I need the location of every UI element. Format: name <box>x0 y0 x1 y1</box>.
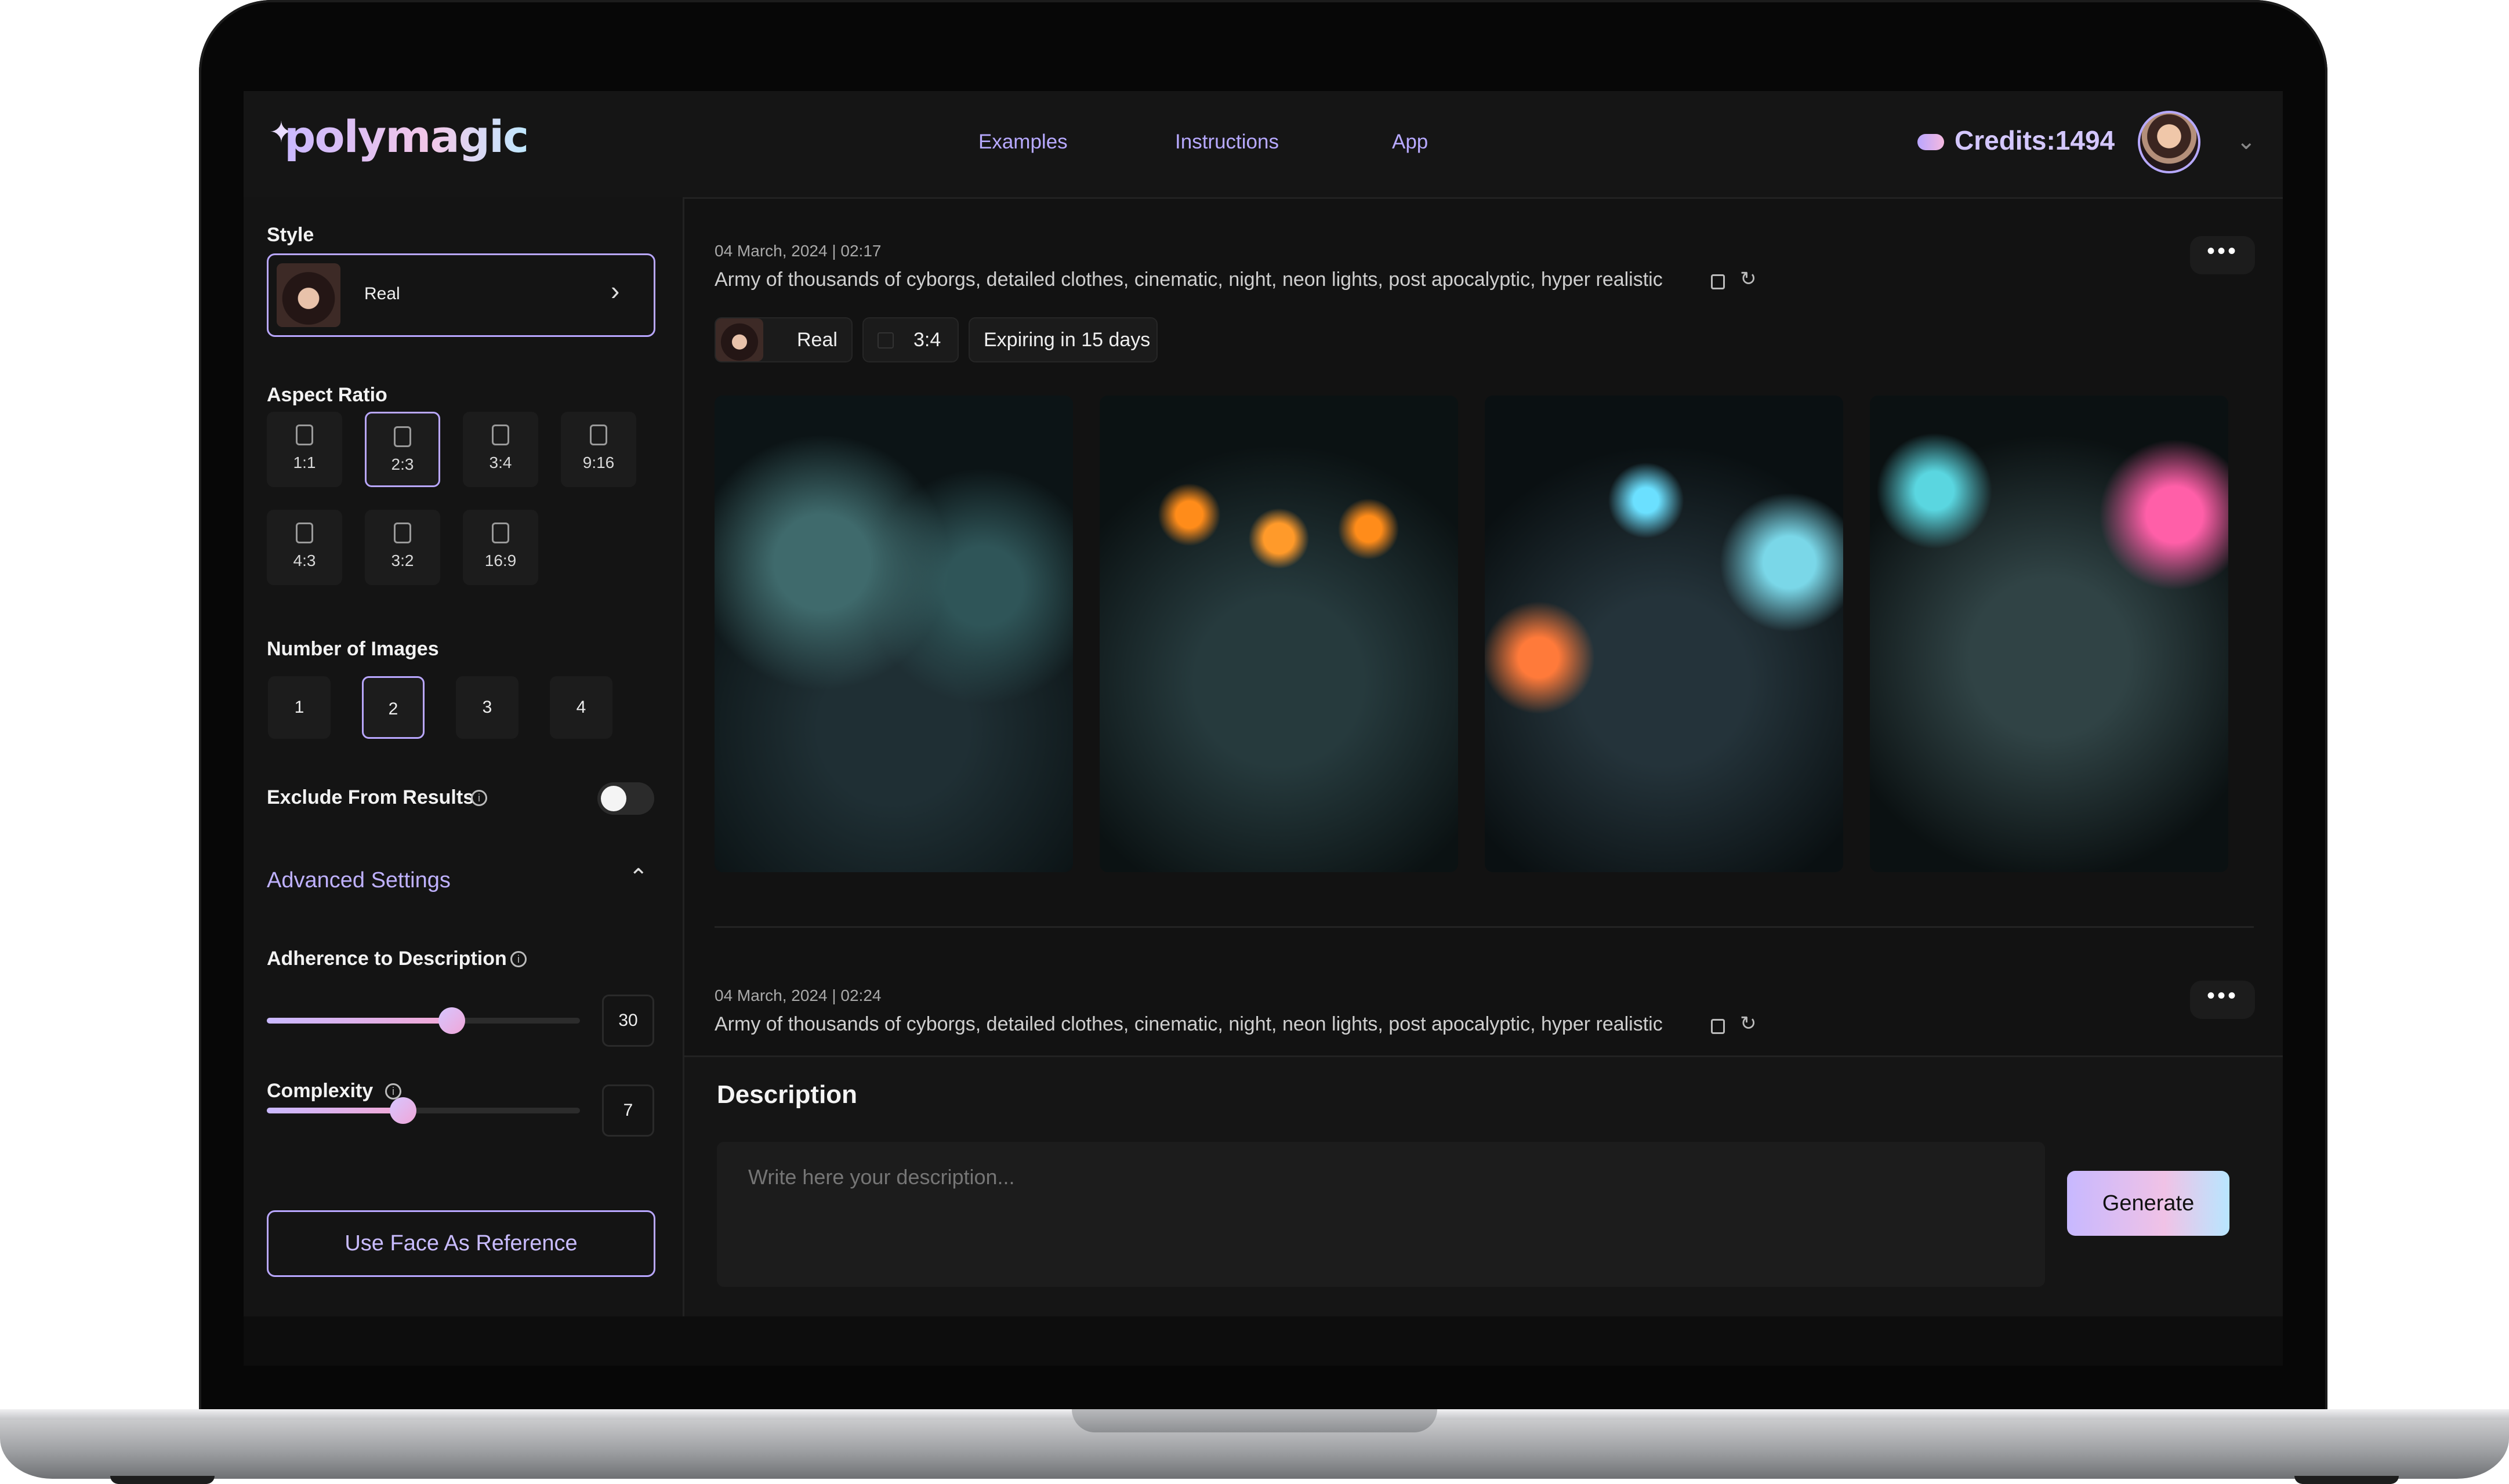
chevron-down-icon[interactable]: ⌄ <box>2236 128 2256 155</box>
number-of-images-label: Number of Images <box>267 638 439 660</box>
description-panel: Description Generate <box>684 1055 2283 1316</box>
info-icon[interactable]: i <box>385 1083 401 1100</box>
advanced-settings-toggle[interactable]: Advanced Settings <box>267 868 451 893</box>
generated-image-2[interactable] <box>1100 396 1458 872</box>
chip-style: Real <box>715 317 853 362</box>
aspect-option-4-3[interactable]: 4:3 <box>267 510 342 585</box>
aspect-option-16-9[interactable]: 16:9 <box>463 510 538 585</box>
images-option-3[interactable]: 3 <box>456 676 519 739</box>
ratio-icon <box>492 424 509 445</box>
result-timestamp: 04 March, 2024 | 02:24 <box>715 986 882 1004</box>
result-divider <box>715 926 2254 928</box>
refresh-icon[interactable]: ↻ <box>1740 267 1757 291</box>
ratio-icon <box>394 426 411 447</box>
chevron-right-icon: › <box>611 275 620 306</box>
copy-icon[interactable] <box>1711 1019 1725 1034</box>
generate-button[interactable]: Generate <box>2067 1171 2229 1236</box>
info-icon[interactable]: i <box>510 951 527 967</box>
laptop-foot-left <box>110 1476 215 1484</box>
chevron-up-icon[interactable]: ⌃ <box>629 864 648 891</box>
complexity-label: Complexity <box>267 1080 374 1102</box>
adherence-value[interactable]: 7 <box>602 1084 654 1137</box>
nav-app[interactable]: App <box>1392 130 1428 154</box>
adherence-slider-fill <box>267 1108 404 1113</box>
images-option-1[interactable]: 1 <box>268 676 331 739</box>
result-timestamp: 04 March, 2024 | 02:17 <box>715 242 882 260</box>
aspect-option-3-2[interactable]: 3:2 <box>365 510 440 585</box>
complexity-value[interactable]: 30 <box>602 995 654 1047</box>
screen-bottom-bar <box>244 1316 2283 1366</box>
credits-counter: Credits:1494 <box>1955 125 2115 155</box>
generated-image-3[interactable] <box>1485 396 1843 872</box>
ratio-icon <box>878 332 894 349</box>
settings-sidebar: Style Real › Aspect Ratio 1:1 2:3 3:4 9:… <box>244 197 684 1316</box>
aspect-option-1-1[interactable]: 1:1 <box>267 412 342 487</box>
generated-image-1[interactable] <box>715 396 1073 872</box>
use-face-reference-button[interactable]: Use Face As Reference <box>267 1210 655 1277</box>
brand-logo[interactable]: polymagic <box>284 111 529 162</box>
ratio-icon <box>296 424 313 445</box>
style-selector[interactable]: Real › <box>267 253 655 337</box>
ratio-icon <box>590 424 607 445</box>
top-header: ✦ polymagic Examples Instructions App Cr… <box>244 91 2283 199</box>
chip-expiry: Expiring in 15 days <box>969 317 1158 362</box>
exclude-label: Exclude From Results <box>267 786 474 808</box>
description-input[interactable] <box>717 1142 2045 1287</box>
style-thumbnail <box>277 263 340 327</box>
result-prompt: Army of thousands of cyborgs, detailed c… <box>715 1013 1663 1035</box>
adherence-slider-thumb[interactable] <box>390 1097 416 1124</box>
aspect-option-3-4[interactable]: 3:4 <box>463 412 538 487</box>
complexity-slider-thumb[interactable] <box>438 1007 465 1034</box>
generated-image-4[interactable] <box>1870 396 2228 872</box>
avatar[interactable] <box>2138 111 2200 173</box>
aspect-option-2-3[interactable]: 2:3 <box>365 412 440 487</box>
adherence-label: Adherence to Description <box>267 948 507 970</box>
refresh-icon[interactable]: ↻ <box>1740 1012 1757 1035</box>
ratio-icon <box>296 523 313 543</box>
nav-examples[interactable]: Examples <box>978 130 1068 154</box>
result-prompt: Army of thousands of cyborgs, detailed c… <box>715 269 1663 291</box>
aspect-option-9-16[interactable]: 9:16 <box>561 412 636 487</box>
laptop-foot-right <box>2294 1476 2399 1484</box>
images-option-4[interactable]: 4 <box>550 676 612 739</box>
more-icon[interactable]: ••• <box>2190 236 2255 274</box>
app-screen: ✦ polymagic Examples Instructions App Cr… <box>244 91 2283 1316</box>
cloud-icon <box>1917 134 1944 150</box>
more-icon[interactable]: ••• <box>2190 981 2255 1019</box>
copy-icon[interactable] <box>1711 274 1725 289</box>
toggle-knob <box>601 786 626 811</box>
info-icon[interactable]: i <box>471 790 487 806</box>
style-thumbnail <box>716 318 763 361</box>
images-option-2[interactable]: 2 <box>362 676 425 739</box>
laptop-notch <box>1072 1409 1437 1432</box>
style-label: Style <box>267 224 314 246</box>
style-value: Real <box>364 284 400 303</box>
ratio-icon <box>492 523 509 543</box>
chip-ratio: 3:4 <box>862 317 959 362</box>
nav-instructions[interactable]: Instructions <box>1175 130 1279 154</box>
aspect-ratio-label: Aspect Ratio <box>267 384 387 406</box>
ratio-icon <box>394 523 411 543</box>
complexity-slider-fill <box>267 1018 451 1024</box>
description-title: Description <box>717 1080 858 1109</box>
